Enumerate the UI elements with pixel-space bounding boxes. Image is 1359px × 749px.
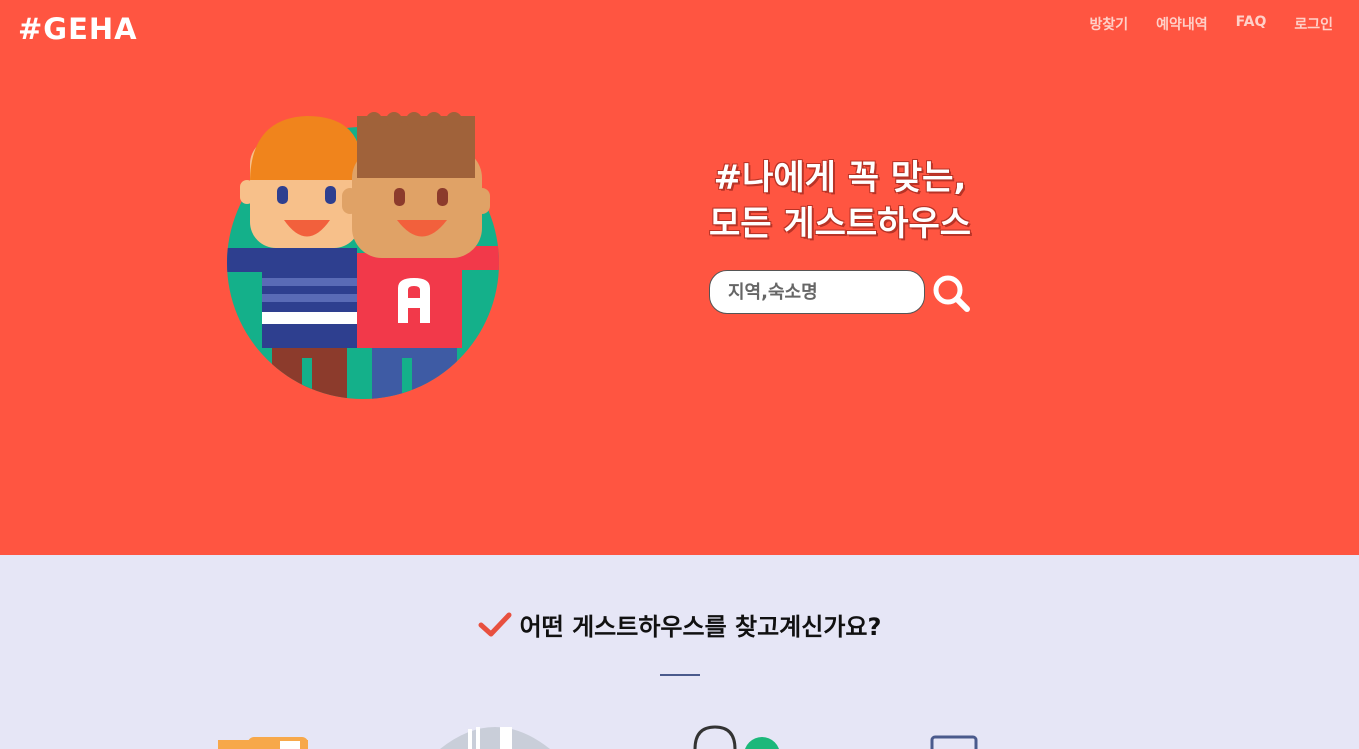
- section-divider: [660, 674, 700, 676]
- category-section-title: 어떤 게스트하우스를 찾고계신가요?: [0, 607, 1359, 644]
- nav-find-room[interactable]: 방찾기: [1089, 14, 1128, 34]
- search-bar: [709, 268, 971, 316]
- nav-faq[interactable]: FAQ: [1236, 14, 1267, 34]
- top-nav: 방찾기 예약내역 FAQ 로그인: [1089, 14, 1333, 34]
- category-icon-2[interactable]: [440, 715, 550, 749]
- section-title-text: 어떤 게스트하우스를 찾고계신가요?: [519, 613, 882, 641]
- logo[interactable]: #GEHA: [18, 12, 138, 46]
- search-button[interactable]: [931, 268, 971, 316]
- check-icon: [478, 612, 512, 644]
- category-icon-1[interactable]: [218, 715, 308, 749]
- search-icon: [933, 275, 970, 312]
- hero-banner: #GEHA 방찾기 예약내역 FAQ 로그인 #나에게 꼭 맞는, 모든 게스트…: [0, 0, 1359, 555]
- friends-illustration: [227, 112, 499, 399]
- nav-login[interactable]: 로그인: [1294, 14, 1333, 34]
- category-icon-3[interactable]: [692, 715, 782, 749]
- category-icon-4[interactable]: [930, 715, 978, 749]
- nav-reservations[interactable]: 예약내역: [1156, 14, 1208, 34]
- hero-headline: #나에게 꼭 맞는, 모든 게스트하우스: [640, 155, 1040, 247]
- headline-line-1: #나에게 꼭 맞는,: [713, 158, 967, 198]
- headline-line-2: 모든 게스트하우스: [708, 204, 972, 244]
- search-input[interactable]: [709, 270, 925, 314]
